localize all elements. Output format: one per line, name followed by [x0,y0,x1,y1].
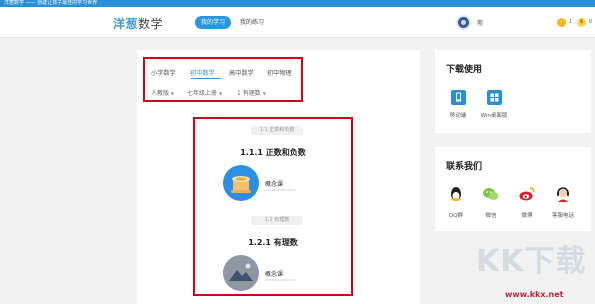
contact-weibo[interactable]: 微博 [509,185,545,219]
contact-qq[interactable]: QQ群 [438,185,474,219]
chapter-list: 1.1 正数和负数 1.1.1 正数和负数 概念课 1.2 有理数 1.2.1 … [193,117,353,296]
chevron-down-icon: ▼ [262,91,266,96]
filter-chapter[interactable]: 1 有理数 ▼ [237,88,266,97]
section-chip: 1.1 正数和负数 [251,126,303,135]
weibo-icon [518,185,536,203]
bolt-icon: ⚡ [557,18,566,27]
download-mobile-label: 移动端 [449,113,467,119]
filter-edition-label: 人教版 [151,90,170,97]
download-mobile[interactable]: 移动端 [438,90,478,119]
course-selector: 小学数学 初中数学 高中数学 初中物理 人教版 ▼ 七年级上册 ▼ 1 有理数 ▼ [143,57,303,102]
tab-primary-math[interactable]: 小学数学 [151,68,176,77]
lesson-type-label[interactable]: 概念课 [265,179,283,188]
tab-junior-physics[interactable]: 初中物理 [267,68,292,77]
logo-sub: 数学 [138,17,164,31]
qq-icon [447,185,465,203]
lesson-progress-bar [265,189,295,191]
mobile-icon [450,90,466,105]
window-title: 洋葱数学 —— 创建让孩子最佳的学习世界 [0,0,595,7]
nav-my-learning[interactable]: 我的学习 [195,16,232,29]
wechat-icon [482,185,500,203]
lesson-type-label[interactable]: 概念课 [265,269,283,278]
contact-title: 联系我们 [446,162,483,172]
coin-count: 0 [589,19,593,25]
user-name[interactable]: 苑 [477,18,483,27]
avatar[interactable] [456,15,471,30]
bolt-count: 1 [569,19,573,25]
active-tab-underline [191,78,221,79]
contact-phone-label: 客服电话 [551,213,574,219]
filter-grade[interactable]: 七年级上册 ▼ [187,88,222,97]
tab-junior-math[interactable]: 初中数学 [190,68,215,77]
download-windows[interactable]: Win桌面版 [474,90,514,119]
section-chip: 1.2 有理数 [251,216,303,225]
app-logo[interactable]: 洋葱数学 [113,15,163,32]
contact-card: 联系我们 QQ群 微信 微博 客服电话 [435,147,591,231]
lesson-title: 1.2.1 有理数 [248,238,298,247]
filter-edition[interactable]: 人教版 ▼ [151,88,174,97]
lesson-title: 1.1.1 正数和负数 [240,148,306,157]
filter-grade-label: 七年级上册 [187,90,218,97]
nav-my-practice[interactable]: 我的练习 [234,16,270,29]
contact-qq-label: QQ群 [448,213,464,219]
contact-wechat[interactable]: 微信 [473,185,509,219]
contact-wechat-label: 微信 [485,213,497,219]
headset-icon [554,185,572,203]
coin-icon: $ [577,18,586,27]
download-title: 下载使用 [446,65,483,75]
watermark-text: KK下载 [476,244,587,279]
watermark-url: www.kkx.net [505,290,564,299]
tab-senior-math[interactable]: 高中数学 [229,68,254,77]
download-windows-label: Win桌面版 [480,113,508,119]
lesson-progress-bar [265,279,295,281]
chevron-down-icon: ▼ [219,91,223,96]
logo-main: 洋葱 [113,17,139,31]
top-header: 洋葱数学 我的学习 我的练习 苑 ⚡ 1 $ 0 [0,7,595,38]
lesson-card-icon[interactable] [223,165,259,201]
contact-phone[interactable]: 客服电话 [545,185,581,219]
lesson-card-icon[interactable] [223,255,259,291]
contact-weibo-label: 微博 [521,213,533,219]
windows-icon [486,90,502,105]
chevron-down-icon: ▼ [171,91,175,96]
filter-chapter-label: 1 有理数 [237,90,261,97]
download-card: 下载使用 移动端 Win桌面版 [435,50,591,133]
